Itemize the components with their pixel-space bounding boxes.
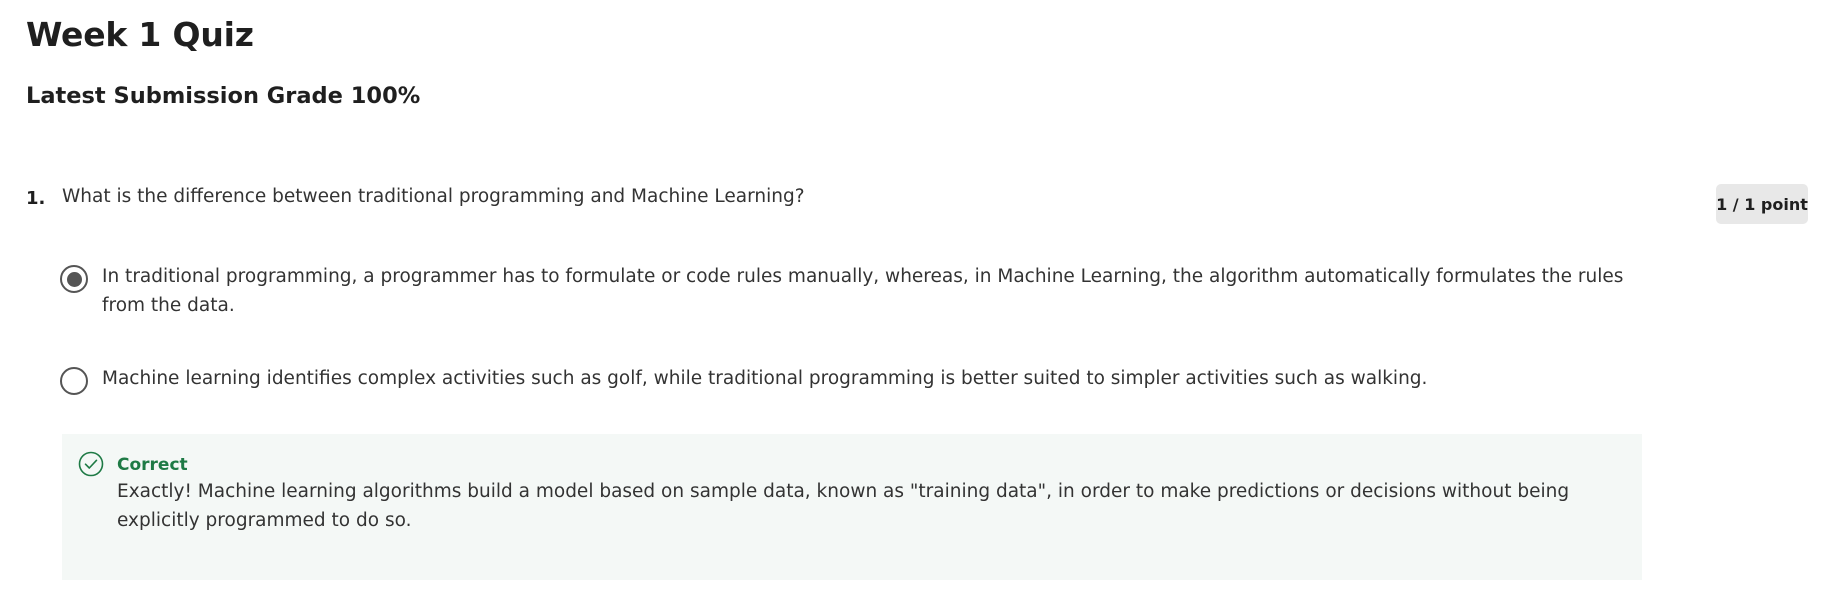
feedback-panel: Correct Exactly! Machine learning algori… (62, 434, 1642, 580)
answer-option-label[interactable]: In traditional programming, a programmer… (102, 262, 1662, 320)
radio-button-selected[interactable] (60, 265, 88, 293)
question-number: 1. (26, 188, 46, 209)
radio-button-unselected[interactable] (60, 367, 88, 395)
question-text: What is the difference between tradition… (62, 186, 805, 207)
points-badge: 1 / 1 point (1716, 184, 1808, 224)
feedback-status: Correct (117, 455, 188, 475)
page-title: Week 1 Quiz (26, 15, 254, 54)
grade-summary: Latest Submission Grade 100% (26, 83, 421, 109)
check-circle-icon (78, 451, 104, 477)
answer-option-label[interactable]: Machine learning identifies complex acti… (102, 364, 1662, 393)
feedback-text: Exactly! Machine learning algorithms bui… (117, 481, 1570, 531)
